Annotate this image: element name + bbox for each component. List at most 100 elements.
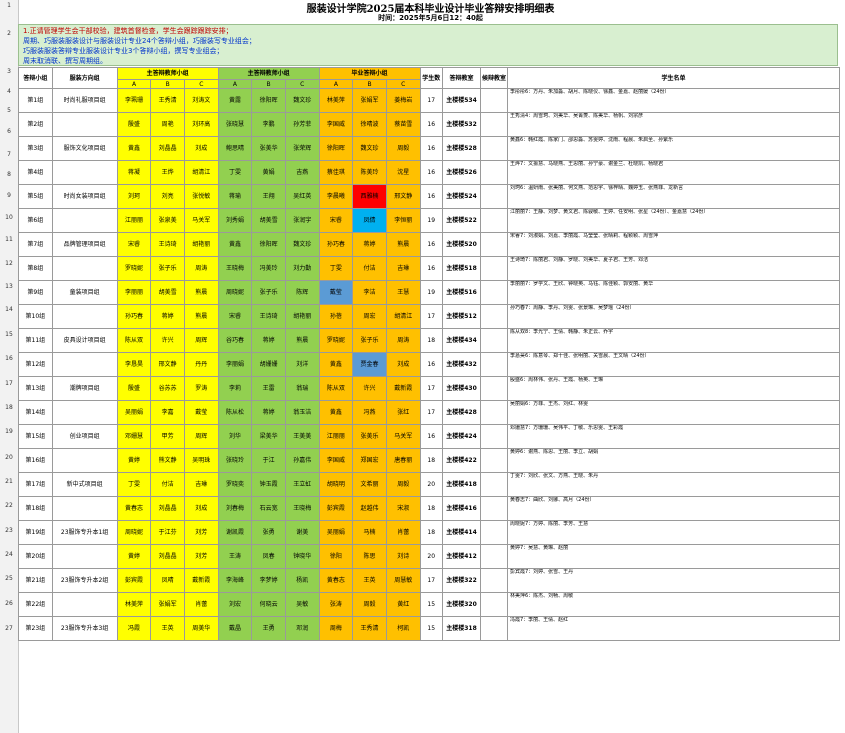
row-number[interactable]: 17 <box>0 380 18 387</box>
teacher-c-cell[interactable]: 黄红 <box>385 592 421 617</box>
teacher-c-cell[interactable]: 郑国宏 <box>352 448 387 473</box>
teacher-b-cell[interactable]: 梁美华 <box>251 424 286 449</box>
direction-cell[interactable]: 新中式项目组 <box>51 472 118 497</box>
teacher-a-cell[interactable]: 肖蕾 <box>183 592 219 617</box>
room-cell[interactable]: 主楼楼518 <box>441 256 482 281</box>
direction-cell[interactable]: 23服饰专升本3组 <box>51 616 118 641</box>
room-cell[interactable]: 主楼楼424 <box>441 424 482 449</box>
room2-cell[interactable] <box>480 280 508 305</box>
teacher-c-cell[interactable]: 江丽丽 <box>318 424 354 449</box>
room-cell[interactable]: 主楼楼414 <box>441 520 482 545</box>
teacher-b-cell[interactable]: 刘华 <box>217 424 253 449</box>
teacher-c-cell[interactable]: 周慧敏 <box>385 568 421 593</box>
teacher-b-cell[interactable]: 谢美 <box>284 520 320 545</box>
teacher-b-cell[interactable]: 刘春梅 <box>217 496 253 521</box>
room-cell[interactable]: 主楼楼512 <box>441 304 482 329</box>
table-row[interactable]: 第1组 时尚礼服项目组 李珮珊 王秀清 刘涛文 黄露 徐阳晖 魏文珍 林美萍 张娟军 姜梅岩 17 主楼… <box>18 88 841 113</box>
count-cell[interactable]: 16 <box>419 160 443 185</box>
teacher-c-cell[interactable]: 冯燕 <box>352 400 387 425</box>
room2-cell[interactable] <box>480 496 508 521</box>
teacher-b-cell[interactable]: 宋睿 <box>217 304 253 329</box>
teacher-b-cell[interactable]: 冯美玲 <box>251 256 286 281</box>
teacher-b-cell[interactable]: 王美美 <box>284 424 320 449</box>
teacher-a-cell[interactable]: 周辉 <box>183 424 219 449</box>
teacher-b-cell[interactable]: 翁玉洁 <box>284 400 320 425</box>
teacher-a-cell[interactable]: 许兴 <box>150 328 185 353</box>
teacher-c-cell[interactable]: 刘成 <box>385 352 421 377</box>
teacher-b-cell[interactable]: 何晓云 <box>251 592 286 617</box>
teacher-a-cell[interactable]: 张娟军 <box>150 592 185 617</box>
direction-cell[interactable]: 服饰文化项目组 <box>51 136 118 161</box>
teacher-a-cell[interactable]: 蒋婷 <box>150 304 185 329</box>
teacher-c-cell[interactable]: 罗晓妮 <box>318 328 354 353</box>
row-number[interactable]: 26 <box>0 600 18 607</box>
teacher-c-cell[interactable]: 陈美玲 <box>352 160 387 185</box>
direction-cell[interactable]: 23服饰专升本2组 <box>51 568 118 593</box>
teacher-b-cell[interactable]: 王晓梅 <box>217 256 253 281</box>
row-number[interactable]: 3 <box>0 68 18 75</box>
room-cell[interactable]: 主楼楼528 <box>441 136 482 161</box>
room-cell[interactable]: 主楼楼418 <box>441 472 482 497</box>
teacher-b-cell[interactable]: 钟晓华 <box>284 544 320 569</box>
teacher-a-cell[interactable]: 张子乐 <box>150 256 185 281</box>
teacher-c-cell[interactable]: 贾金春 <box>352 352 387 377</box>
room-cell[interactable]: 主楼楼422 <box>441 448 482 473</box>
teacher-a-cell[interactable]: 黄鑫 <box>116 136 152 161</box>
group-cell[interactable]: 第11组 <box>18 328 53 353</box>
teacher-a-cell[interactable]: 刘环高 <box>183 112 219 137</box>
count-cell[interactable]: 15 <box>419 592 443 617</box>
students-cell[interactable]: 陈从双8：李光宁、王倩、韩静、朱正云、乔宇 <box>506 328 841 353</box>
teacher-b-cell[interactable]: 魏文珍 <box>284 88 320 113</box>
group-cell[interactable]: 第21组 <box>18 568 53 593</box>
students-cell[interactable]: 黄婷7：吴慧、黄琳、赵丽 <box>506 544 841 569</box>
students-cell[interactable]: 李丽丽7：罗学文、王欣、钟晓英、马钰、陈佳颖、郭安丽、黄华 <box>506 280 841 305</box>
room2-cell[interactable] <box>480 184 508 209</box>
table-row[interactable]: 第13组 潮牌项目组 殷盛 谷苏苏 罗涛 李莉 王雷 翁瑞 陈从双 许兴 戴新霞 17 主楼楼430 殷盛… <box>18 376 841 401</box>
group-cell[interactable]: 第8组 <box>18 256 53 281</box>
room2-cell[interactable] <box>480 472 508 497</box>
count-cell[interactable]: 16 <box>419 232 443 257</box>
room2-cell[interactable] <box>480 568 508 593</box>
row-number[interactable]: 16 <box>0 355 18 362</box>
teacher-a-cell[interactable]: 黄婷 <box>116 448 152 473</box>
teacher-b-cell[interactable]: 孙嘉伟 <box>284 448 320 473</box>
teacher-b-cell[interactable]: 吉燕 <box>284 160 320 185</box>
teacher-a-cell[interactable]: 殷盛 <box>116 376 152 401</box>
table-row[interactable]: 第2组 殷盛 周艳 刘环高 张晓慧 李鹏 孙芳菲 李国威 徐晴波 蔡苗雪 16 主楼楼532 王秀清4：… <box>18 112 841 137</box>
group-cell[interactable]: 第12组 <box>18 352 53 377</box>
count-cell[interactable]: 18 <box>419 448 443 473</box>
teacher-c-cell[interactable]: 魏文珍 <box>352 136 387 161</box>
row-number[interactable]: 6 <box>0 128 18 135</box>
teacher-b-cell[interactable]: 徐阳晖 <box>251 232 286 257</box>
row-number[interactable]: 2 <box>0 30 18 37</box>
teacher-b-cell[interactable]: 罗晓奕 <box>217 472 253 497</box>
room2-cell[interactable] <box>480 136 508 161</box>
group-cell[interactable]: 第15组 <box>18 424 53 449</box>
teacher-c-cell[interactable]: 姜梅岩 <box>385 88 421 113</box>
teacher-b-cell[interactable]: 吴敏 <box>284 592 320 617</box>
teacher-a-cell[interactable]: 丹丹 <box>183 352 219 377</box>
table-row[interactable]: 第9组 童装项目组 李丽丽 胡美雪 熊晨 周晓妮 张子乐 陈辉 戴莹 李洁 王慧 19 主楼楼516 李丽… <box>18 280 841 305</box>
teacher-b-cell[interactable]: 王诗琦 <box>251 304 286 329</box>
teacher-c-cell[interactable]: 周毅 <box>385 472 421 497</box>
teacher-b-cell[interactable]: 丁雯 <box>217 160 253 185</box>
count-cell[interactable]: 16 <box>419 424 443 449</box>
students-cell[interactable]: 彭宾霞7：刘婷、张雪、王丹 <box>506 568 841 593</box>
room2-cell[interactable] <box>480 88 508 113</box>
teacher-b-cell[interactable]: 王立虹 <box>284 472 320 497</box>
count-cell[interactable]: 17 <box>419 568 443 593</box>
teacher-b-cell[interactable]: 李莉 <box>217 376 253 401</box>
teacher-a-cell[interactable]: 胡清江 <box>183 160 219 185</box>
count-cell[interactable]: 19 <box>419 280 443 305</box>
table-row[interactable]: 第6组 江丽丽 张泉美 马关军 刘秀娟 胡美雪 张润宇 宋睿 凤倩 李恒丽 19 主楼楼522 江丽丽7… <box>18 208 841 233</box>
room2-cell[interactable] <box>480 208 508 233</box>
room2-cell[interactable] <box>480 616 508 641</box>
teacher-c-cell[interactable]: 许兴 <box>352 376 387 401</box>
teacher-b-cell[interactable]: 李梦婷 <box>251 568 286 593</box>
row-number[interactable]: 23 <box>0 527 18 534</box>
teacher-a-cell[interactable]: 殷盛 <box>116 112 152 137</box>
teacher-b-cell[interactable]: 戴晶 <box>217 616 253 641</box>
teacher-c-cell[interactable]: 文希丽 <box>352 472 387 497</box>
teacher-c-cell[interactable]: 唐春丽 <box>385 448 421 473</box>
teacher-a-cell[interactable]: 陈从双 <box>116 328 152 353</box>
